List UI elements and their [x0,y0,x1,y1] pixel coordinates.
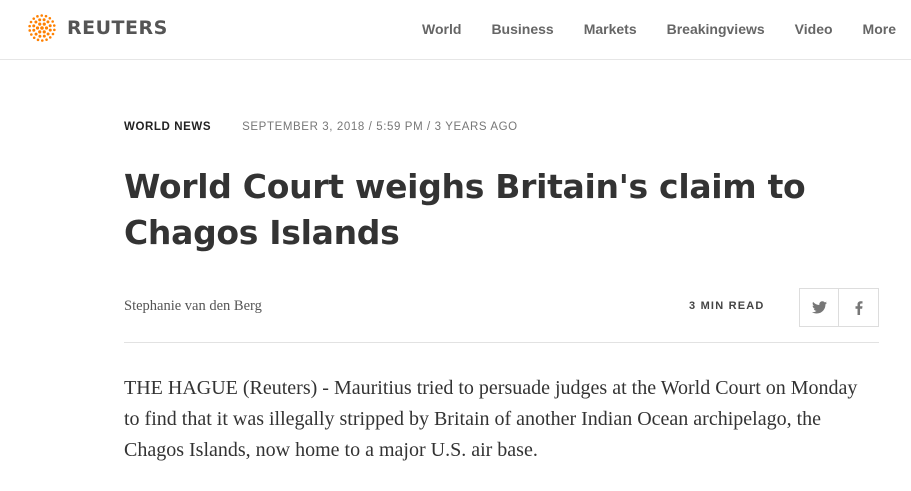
logo-dot [40,14,44,17]
logo-dot [42,30,46,34]
section-link[interactable]: WORLD NEWS [124,121,211,133]
logo-dot [38,18,42,22]
logo-dot [34,32,38,36]
logo-dot [28,29,32,32]
logo-dot [40,26,44,30]
logo-dot [32,24,36,28]
facebook-share-button[interactable] [839,288,879,327]
logo-dot [51,20,54,23]
byline-row: Stephanie van den Berg 3 MIN READ [124,288,879,328]
logo-dot [40,39,44,42]
nav-video[interactable]: Video [795,21,833,37]
logo-dot [44,26,49,30]
nav-world[interactable]: World [422,21,461,37]
nav-more[interactable]: More [863,21,896,37]
logo-dot [32,17,36,20]
logo-dot [52,24,56,27]
reuters-logo-icon [28,14,56,42]
logo-dot [34,20,38,24]
site-header: REUTERS World Business Markets Breakingv… [0,0,911,60]
author-link[interactable]: Stephanie van den Berg [124,298,262,315]
article-meta: WORLD NEWS SEPTEMBER 3, 2018 / 5:59 PM /… [124,121,518,133]
reuters-logo[interactable]: REUTERS [26,12,168,44]
page-title: World Court weighs Britain's claim to Ch… [124,167,806,252]
logo-dot [51,32,55,36]
logo-dot [42,18,46,22]
logo-dot [48,24,52,28]
logo-dot [36,38,40,42]
logo-dot [45,38,48,41]
twitter-share-button[interactable] [799,288,839,327]
read-time: 3 MIN READ [689,300,765,312]
logo-dot [38,30,42,34]
main-nav: World Business Markets Breakingviews Vid… [422,0,911,58]
nav-breakingviews[interactable]: Breakingviews [667,21,765,37]
logo-dot [30,33,33,36]
article-body: THE HAGUE (Reuters) - Mauritius tried to… [124,377,858,461]
logo-dot [42,34,46,38]
logo-dot [46,32,50,36]
logo-dot [38,22,42,26]
nav-markets[interactable]: Markets [584,21,637,37]
logo-dot [32,28,36,32]
logo-dot [38,34,42,38]
logo-dot [29,20,33,24]
logo-dot [46,20,50,24]
logo-dot [28,24,31,28]
twitter-icon [811,301,827,314]
logo-dot [48,16,52,20]
logo-dot [32,36,36,40]
logo-dot [44,14,48,18]
share-buttons [799,288,879,327]
logo-dot [42,22,46,26]
dateline: SEPTEMBER 3, 2018 / 5:59 PM / 3 YEARS AG… [242,121,518,133]
logo-dot [35,26,40,30]
logo-dot [48,28,52,32]
logo-dot [53,28,56,32]
logo-dot [48,36,52,39]
facebook-icon [855,300,862,315]
nav-business[interactable]: Business [491,21,553,37]
logo-text: REUTERS [67,17,168,39]
logo-dot [36,15,39,18]
byline-divider [124,342,879,343]
